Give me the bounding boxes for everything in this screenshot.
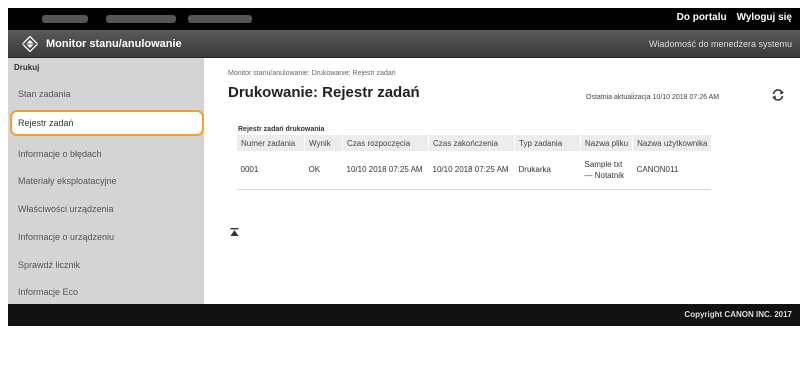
sidebar-item-device-info[interactable]: Informacje o urządzeniu bbox=[14, 227, 200, 247]
blurred-device-info bbox=[106, 15, 176, 23]
main-content: Monitor stanu/anulowanie: Drukowanie: Re… bbox=[204, 58, 800, 304]
sidebar-item-job-status[interactable]: Stan zadania bbox=[14, 84, 200, 104]
cell-result: OK bbox=[304, 151, 343, 190]
col-start-time: Czas rozpoczęcia bbox=[342, 135, 429, 151]
sidebar-item-check-counter[interactable]: Sprawdź licznik bbox=[14, 255, 200, 275]
col-user-name: Nazwa użytkownika bbox=[632, 135, 712, 151]
blurred-device-name bbox=[42, 15, 88, 23]
cell-job-type: Drukarka bbox=[514, 151, 581, 190]
cell-user-name: CANON011 bbox=[632, 151, 712, 190]
remote-ui-window: Do portalu Wyloguj się Monitor stanu/anu… bbox=[8, 8, 800, 326]
col-job-type: Typ zadania bbox=[514, 135, 581, 151]
sidebar-item-label: Materiały eksploatacyjne bbox=[18, 176, 117, 186]
cell-end-time: 10/10 2018 07:25 AM bbox=[428, 151, 515, 190]
copyright-text: Copyright CANON INC. 2017 bbox=[684, 310, 792, 319]
admin-message-link[interactable]: Wiadomość do menedżera systemu bbox=[649, 39, 792, 49]
sidebar-item-device-features[interactable]: Właściwości urządzenia bbox=[14, 199, 200, 219]
col-file-name: Nazwa pliku bbox=[579, 135, 633, 151]
col-end-time: Czas zakończenia bbox=[428, 135, 515, 151]
cell-start-time: 10/10 2018 07:25 AM bbox=[342, 151, 429, 190]
section-title: Rejestr zadań drukowania bbox=[238, 126, 325, 133]
table-header-row: Numer zadania Wynik Czas rozpoczęcia Cza… bbox=[236, 135, 712, 151]
sidebar-item-label: Właściwości urządzenia bbox=[18, 204, 114, 214]
sidebar: Drukuj Stan zadania Rejestr zadań Inform… bbox=[8, 58, 204, 304]
top-links: Do portalu Wyloguj się bbox=[677, 12, 792, 23]
sidebar-item-label: Informacje o błędach bbox=[18, 149, 102, 159]
sidebar-item-eco-info[interactable]: Informacje Eco bbox=[14, 282, 200, 302]
sidebar-item-label: Sprawdź licznik bbox=[18, 260, 81, 270]
title-bar: Monitor stanu/anulowanie Wiadomość do me… bbox=[8, 30, 800, 58]
sidebar-item-label: Stan zadania bbox=[18, 89, 71, 99]
collapse-to-top-icon[interactable] bbox=[230, 228, 239, 237]
col-result: Wynik bbox=[304, 135, 343, 151]
logout-link[interactable]: Wyloguj się bbox=[737, 12, 792, 23]
sidebar-item-label: Informacje Eco bbox=[18, 287, 79, 297]
footer: Copyright CANON INC. 2017 bbox=[8, 304, 800, 326]
col-job-number: Numer zadania bbox=[236, 135, 305, 151]
sidebar-item-label: Informacje o urządzeniu bbox=[18, 232, 115, 242]
app-title: Monitor stanu/anulowanie bbox=[46, 38, 182, 50]
job-log-table: Numer zadania Wynik Czas rozpoczęcia Cza… bbox=[236, 135, 712, 190]
blurred-device-address bbox=[188, 15, 252, 23]
refresh-icon[interactable] bbox=[771, 88, 785, 102]
sidebar-item-label: Rejestr zadań bbox=[18, 118, 74, 128]
cell-file-name: Sample txt — Notatnik bbox=[580, 151, 633, 190]
sidebar-item-consumables[interactable]: Materiały eksploatacyjne bbox=[14, 171, 200, 191]
cell-job-number: 0001 bbox=[236, 151, 305, 190]
table-row: 0001 OK 10/10 2018 07:25 AM 10/10 2018 0… bbox=[236, 151, 712, 190]
page-title: Drukowanie: Rejestr zadań bbox=[228, 84, 420, 101]
sidebar-item-error-info[interactable]: Informacje o błędach bbox=[14, 144, 200, 164]
portal-link[interactable]: Do portalu bbox=[677, 12, 727, 23]
breadcrumb: Monitor stanu/anulowanie: Drukowanie: Re… bbox=[228, 70, 396, 77]
canon-diamond-logo-icon bbox=[22, 36, 38, 52]
last-update-text: Ostatnia aktualizacja 10/10 2018 07:26 A… bbox=[586, 94, 720, 101]
top-bar: Do portalu Wyloguj się bbox=[8, 8, 800, 30]
sidebar-group-title: Drukuj bbox=[14, 63, 40, 72]
sidebar-item-job-log[interactable]: Rejestr zadań bbox=[10, 110, 204, 136]
